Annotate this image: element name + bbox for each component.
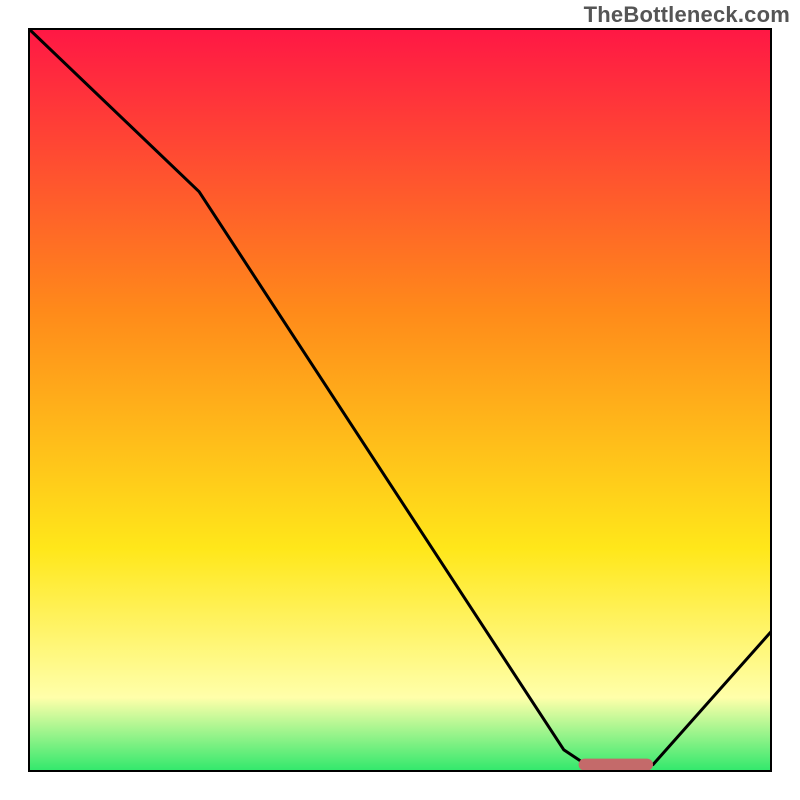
watermark-text: TheBottleneck.com <box>584 2 790 28</box>
chart-container: TheBottleneck.com <box>0 0 800 800</box>
optimal-marker <box>579 759 653 771</box>
plot-frame <box>28 28 772 772</box>
gradient-background <box>28 28 772 772</box>
plot-svg <box>28 28 772 772</box>
